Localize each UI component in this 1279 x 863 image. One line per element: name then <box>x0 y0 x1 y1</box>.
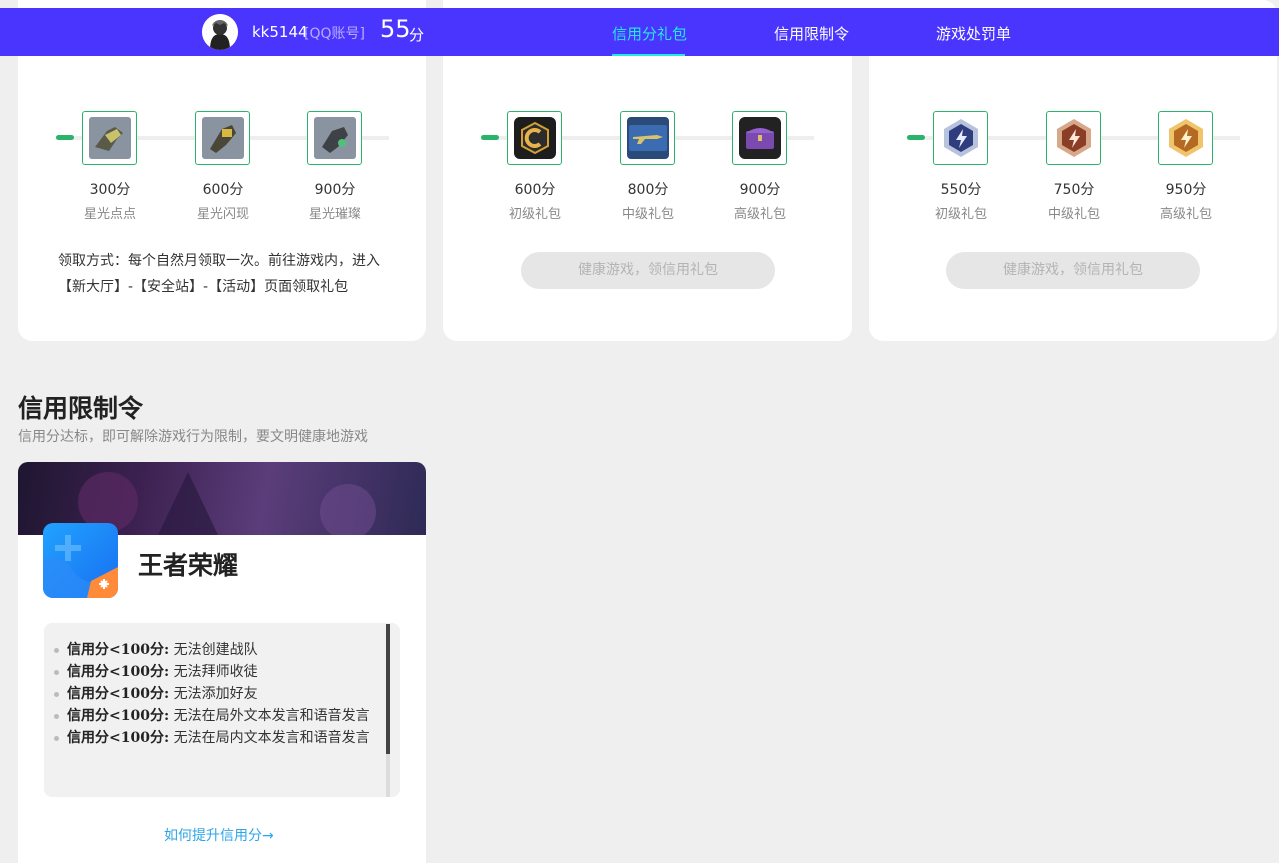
restriction-rule: 信用分<100分: 无法在局内文本发言和语音发言 <box>54 727 382 749</box>
star-brilliant-weapon-icon <box>313 117 356 159</box>
reward-name: 中级礼包 <box>1047 207 1100 222</box>
reward-points: 600分 <box>202 182 244 198</box>
rifle-card-icon <box>626 117 669 159</box>
game-name: 王者荣耀 <box>138 551 239 580</box>
restriction-rule: 信用分<100分: 无法拜师收徒 <box>54 661 382 683</box>
how-to-improve-link[interactable]: 如何提升信用分→ <box>164 825 274 845</box>
progress-fill <box>481 135 499 140</box>
reward-icon-box <box>1158 111 1213 165</box>
reward-icon-box <box>1046 111 1101 165</box>
reward-item[interactable]: 600分 初级礼包 <box>507 111 563 222</box>
silver-rank-badge-icon <box>943 119 978 157</box>
bronze-rank-badge-icon <box>1056 119 1091 157</box>
reward-points: 900分 <box>739 182 781 198</box>
credit-score-unit: 分 <box>409 26 425 44</box>
c-badge-icon <box>513 117 556 159</box>
tab-game-penalty[interactable]: 游戏处罚单 <box>936 23 1011 44</box>
reward-points: 550分 <box>940 182 982 198</box>
progress-fill <box>56 135 74 140</box>
claim-instructions: 领取方式：每个自然月领取一次。前往游戏内，进入【新大厅】-【安全站】-【活动】页… <box>58 253 380 295</box>
reward-item[interactable]: 950分 高级礼包 <box>1158 111 1214 222</box>
active-tab-indicator <box>612 54 685 56</box>
star-light-weapon-icon <box>88 117 131 159</box>
reward-name: 初级礼包 <box>508 207 561 222</box>
reward-points: 950分 <box>1165 182 1207 198</box>
reward-item[interactable]: 800分 中级礼包 <box>620 111 676 222</box>
reward-item[interactable]: 550分 初级礼包 <box>933 111 989 222</box>
reward-name: 星光璀璨 <box>308 207 361 222</box>
credit-score: 55 <box>380 15 411 43</box>
reward-name: 星光点点 <box>83 207 136 222</box>
reward-name: 星光闪现 <box>196 207 249 222</box>
username: kk5144 <box>252 23 308 41</box>
game-icon[interactable] <box>43 523 118 598</box>
avatar[interactable] <box>202 14 238 50</box>
reward-name: 初级礼包 <box>934 207 987 222</box>
reward-icon-box <box>195 111 250 165</box>
star-flash-weapon-icon <box>201 117 244 159</box>
reward-icon-box <box>82 111 137 165</box>
restriction-rule: 信用分<100分: 无法添加好友 <box>54 683 382 705</box>
reward-points: 800分 <box>627 182 669 198</box>
reward-points: 600分 <box>514 182 556 198</box>
tab-credit-restriction[interactable]: 信用限制令 <box>774 23 849 44</box>
reward-points: 750分 <box>1053 182 1095 198</box>
reward-name: 高级礼包 <box>1159 207 1212 222</box>
reward-item[interactable]: 750分 中级礼包 <box>1046 111 1102 222</box>
claim-gift-button[interactable]: 健康游戏，领信用礼包 <box>521 252 775 289</box>
gold-rank-badge-icon <box>1168 119 1203 157</box>
section-title: 信用限制令 <box>18 394 144 423</box>
game-restriction-card: 王者荣耀 信用分<100分: 无法创建战队 信用分<100分: 无法拜师收徒 信… <box>18 462 426 863</box>
reward-icon-box <box>732 111 787 165</box>
account-type: [QQ账号] <box>304 26 365 42</box>
reward-points: 300分 <box>89 182 131 198</box>
top-bar: kk5144 [QQ账号] 55 分 信用分礼包 信用限制令 游戏处罚单 <box>0 8 1279 56</box>
reward-item[interactable]: 900分 星光璀璨 <box>307 111 363 222</box>
section-subtitle: 信用分达标，即可解除游戏行为限制，要文明健康地游戏 <box>18 429 368 445</box>
restriction-rules-list[interactable]: 信用分<100分: 无法创建战队 信用分<100分: 无法拜师收徒 信用分<10… <box>44 623 400 797</box>
reward-name: 中级礼包 <box>621 207 674 222</box>
claim-gift-button[interactable]: 健康游戏，领信用礼包 <box>946 252 1200 289</box>
reward-item[interactable]: 900分 高级礼包 <box>732 111 788 222</box>
treasure-chest-icon <box>738 117 781 159</box>
restriction-rule: 信用分<100分: 无法创建战队 <box>54 639 382 661</box>
tab-credit-gift[interactable]: 信用分礼包 <box>612 23 687 44</box>
reward-name: 高级礼包 <box>733 207 786 222</box>
reward-item[interactable]: 600分 星光闪现 <box>195 111 251 222</box>
scrollbar-thumb[interactable] <box>386 624 390 754</box>
reward-points: 900分 <box>314 182 356 198</box>
progress-fill <box>907 135 925 140</box>
rules-scrollbar[interactable] <box>386 624 390 797</box>
restriction-rule: 信用分<100分: 无法在局外文本发言和语音发言 <box>54 705 382 727</box>
reward-icon-box <box>933 111 988 165</box>
reward-item[interactable]: 300分 星光点点 <box>82 111 138 222</box>
reward-icon-box <box>507 111 562 165</box>
reward-icon-box <box>620 111 675 165</box>
gamepad-icon <box>43 535 118 598</box>
reward-icon-box <box>307 111 362 165</box>
